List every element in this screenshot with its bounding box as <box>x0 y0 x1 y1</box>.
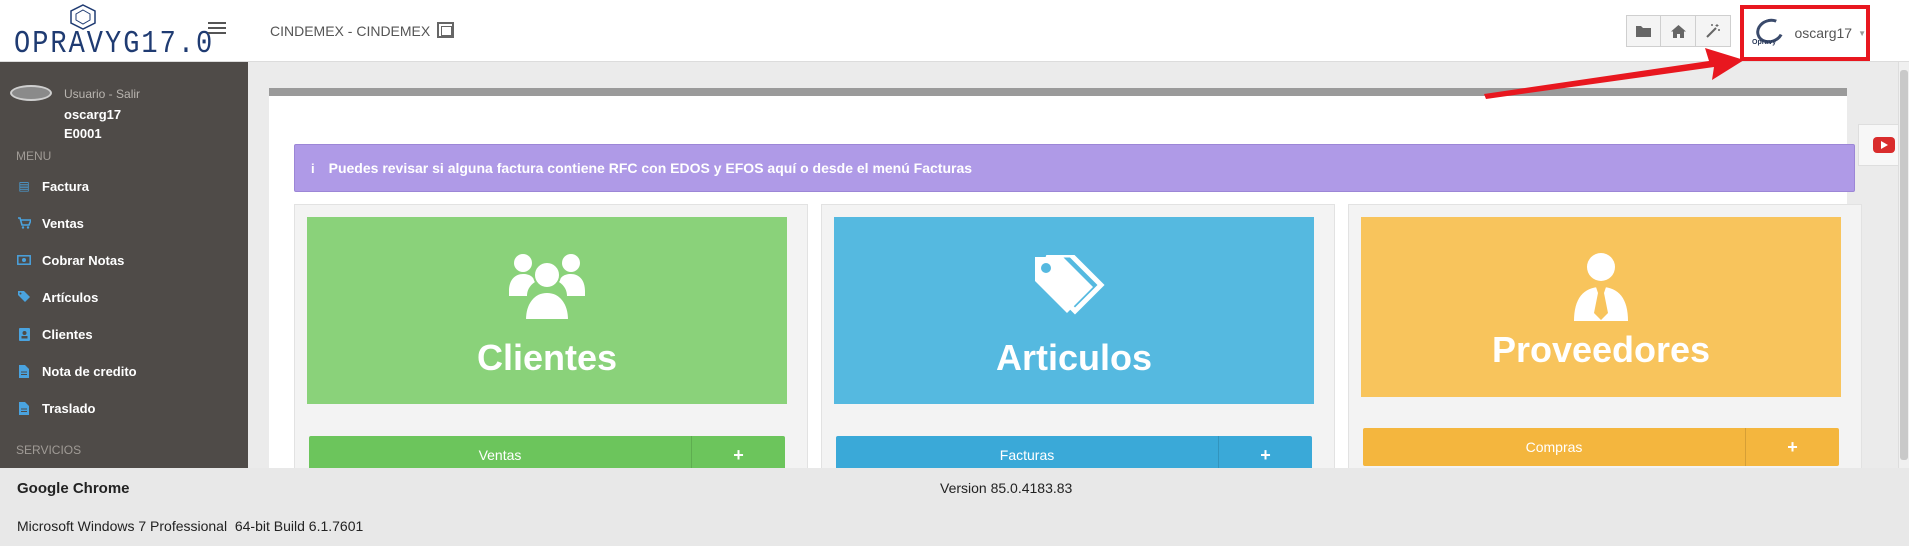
compras-button[interactable]: Compras + <box>1363 428 1839 466</box>
caret-down-icon: ▼ <box>1858 28 1866 38</box>
tags-icon <box>1035 255 1105 315</box>
sidebar-item-traslado[interactable]: Traslado <box>0 392 248 424</box>
company-logo-label: Opravy <box>1752 39 1777 46</box>
main-content: i Puedes revisar si alguna factura conti… <box>248 62 1909 468</box>
document-icon <box>17 364 31 378</box>
company-name: CINDEMEX - CINDEMEX <box>270 23 431 39</box>
sidebar-user-name: oscarg17 <box>64 107 122 122</box>
button-label: Facturas <box>999 447 1055 463</box>
button-label: Ventas <box>478 447 522 463</box>
logo-text: OPRAVYG17.0 <box>14 27 215 63</box>
money-icon <box>17 253 31 267</box>
sidebar-user-code: E0001 <box>64 126 102 141</box>
company-logo-icon: Opravy <box>1752 16 1782 50</box>
info-icon: i <box>311 160 315 176</box>
sidebar-item-label: Factura <box>42 178 89 194</box>
folder-button[interactable] <box>1626 15 1661 47</box>
add-compra-button[interactable]: + <box>1745 428 1839 466</box>
menu-toggle-icon[interactable] <box>208 22 226 36</box>
card-title: Articulos <box>995 337 1153 378</box>
sidebar-item-label: Ventas <box>42 215 84 231</box>
document-icon <box>17 401 31 415</box>
invoice-icon: ▤ <box>18 179 30 193</box>
alert-message: Puedes revisar si alguna factura contien… <box>328 160 973 176</box>
browser-name: Google Chrome <box>17 480 130 497</box>
fullscreen-icon[interactable] <box>437 22 454 38</box>
tags-icon <box>17 290 31 304</box>
facturas-button[interactable]: Facturas + <box>836 436 1312 468</box>
articulos-tile[interactable]: Articulos <box>834 217 1314 404</box>
logout-link[interactable]: Usuario - Salir <box>64 87 140 101</box>
sidebar-item-label: Artículos <box>42 289 99 305</box>
add-factura-button[interactable]: + <box>1218 436 1312 468</box>
user-menu-name: oscarg17 <box>1794 25 1853 41</box>
app-logo[interactable]: OPRAVYG17.0 <box>10 4 212 62</box>
sidebar-item-label: Nota de credito <box>42 363 137 379</box>
address-book-icon <box>17 327 31 341</box>
folder-icon <box>1636 26 1651 37</box>
sidebar-item-ventas[interactable]: Ventas <box>0 207 248 239</box>
info-alert[interactable]: i Puedes revisar si alguna factura conti… <box>294 144 1855 192</box>
dashboard-panel: i Puedes revisar si alguna factura conti… <box>269 88 1862 468</box>
card-title: Proveedores <box>1491 329 1711 370</box>
card-proveedores: Proveedores Compras + <box>1348 204 1862 468</box>
sidebar-item-articulos[interactable]: Artículos <box>0 281 248 313</box>
logo-hexagon-icon <box>70 4 96 30</box>
magic-wand-icon <box>1706 24 1720 38</box>
scrollbar-thumb[interactable] <box>1900 70 1908 460</box>
add-venta-button[interactable]: + <box>691 436 785 468</box>
sidebar-item-nota-de-credito[interactable]: Nota de credito <box>0 355 248 387</box>
button-label: Compras <box>1525 439 1583 455</box>
os-info: Microsoft Windows 7 Professional 64-bit … <box>17 518 364 534</box>
ventas-button[interactable]: Ventas + <box>309 436 785 468</box>
youtube-icon <box>1873 137 1895 153</box>
sidebar: Usuario - Salir oscarg17 E0001 MENU ▤ Fa… <box>0 62 248 468</box>
sidebar-item-label: Traslado <box>42 400 96 416</box>
card-clientes: Clientes Ventas + <box>294 204 808 468</box>
magic-wand-button[interactable] <box>1696 15 1731 47</box>
sidebar-item-label: Cobrar Notas <box>42 252 125 268</box>
services-section-label: SERVICIOS <box>16 443 82 457</box>
sidebar-item-clientes[interactable]: Clientes <box>0 318 248 350</box>
sidebar-item-label: Clientes <box>42 326 93 342</box>
card-title: Clientes <box>476 337 618 378</box>
cart-icon <box>17 216 31 230</box>
browser-version: Version 85.0.4183.83 <box>940 480 1073 496</box>
menu-section-label: MENU <box>16 149 52 163</box>
user-menu[interactable]: Opravy oscarg17 ▼ <box>1740 5 1870 61</box>
user-tie-icon <box>1574 253 1628 321</box>
system-info-strip: Google Chrome Version 85.0.4183.83 Micro… <box>0 468 1909 546</box>
users-icon <box>509 254 585 321</box>
sidebar-item-cobrar-notas[interactable]: Cobrar Notas <box>0 244 248 276</box>
home-button[interactable] <box>1661 15 1696 47</box>
clientes-tile[interactable]: Clientes <box>307 217 787 404</box>
proveedores-tile[interactable]: Proveedores <box>1361 217 1841 397</box>
home-icon <box>1670 24 1686 38</box>
card-articulos: Articulos Facturas + <box>821 204 1335 468</box>
page-scrollbar[interactable] <box>1898 62 1909 468</box>
sidebar-item-factura[interactable]: ▤ Factura <box>0 170 248 202</box>
header-toolbar <box>1626 15 1731 47</box>
avatar[interactable] <box>10 85 52 101</box>
top-header: OPRAVYG17.0 CINDEMEX - CINDEMEX Opravy o… <box>0 0 1909 62</box>
